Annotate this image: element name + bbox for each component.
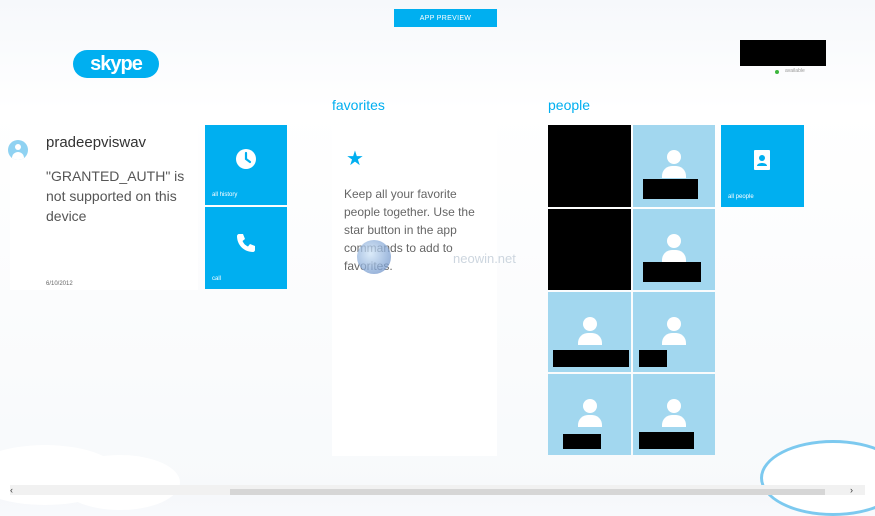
call-label: call <box>212 276 222 282</box>
contact-name-redacted <box>639 432 694 449</box>
star-icon: ★ <box>346 148 364 170</box>
contact-name-redacted <box>643 179 698 199</box>
scroll-left-arrow-icon[interactable]: ‹ <box>10 485 13 495</box>
all-history-label: all history <box>212 192 238 198</box>
all-history-tile[interactable]: all history <box>205 125 287 205</box>
contacts-book-icon <box>754 150 770 170</box>
contact-name-redacted <box>553 350 629 367</box>
watermark-logo <box>357 240 391 274</box>
recent-contact-name: pradeepviswav <box>46 134 147 151</box>
contact-name-redacted <box>639 350 667 367</box>
all-people-tile[interactable]: all people <box>721 125 804 207</box>
watermark-text: neowin.net <box>453 251 516 266</box>
contact-tile-redacted[interactable] <box>548 125 631 207</box>
user-account-redacted[interactable] <box>740 40 826 66</box>
app-preview-badge: APP PREVIEW <box>394 9 497 27</box>
skype-logo: skype <box>73 50 159 78</box>
all-people-label: all people <box>728 194 754 200</box>
contact-name-redacted <box>563 434 601 449</box>
scrollbar-thumb[interactable] <box>230 489 825 495</box>
favorites-panel <box>332 125 497 456</box>
recent-message: "GRANTED_AUTH" is not supported on this … <box>46 168 185 224</box>
contact-name-redacted <box>643 262 701 282</box>
cloud-decoration <box>60 455 180 510</box>
section-title-people: people <box>548 97 591 113</box>
clock-icon <box>236 149 256 169</box>
call-tile[interactable]: call <box>205 207 287 289</box>
contact-avatar-icon <box>8 140 28 160</box>
status-dot-icon <box>775 70 779 74</box>
contact-tile-redacted[interactable] <box>548 209 631 290</box>
phone-icon <box>237 234 255 252</box>
cloud-decoration <box>760 440 875 516</box>
user-status: available <box>785 68 805 74</box>
recent-date: 6/10/2012 <box>46 281 73 287</box>
section-title-favorites: favorites <box>332 97 385 113</box>
scroll-right-arrow-icon[interactable]: › <box>850 485 853 495</box>
